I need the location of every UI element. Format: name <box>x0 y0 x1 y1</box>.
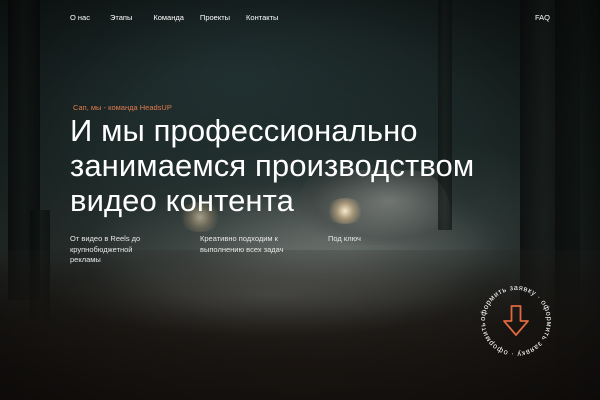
hero-headline: И мы профессионально занимаемся производ… <box>70 113 540 218</box>
order-request-button[interactable]: оформить заявку · оформить заявку · офор… <box>476 281 556 361</box>
feature-turnkey: Под ключ <box>328 234 361 243</box>
hero-eyebrow: Сап, мы - команда HeadsUP <box>73 103 172 112</box>
nav-link-about[interactable]: О нас <box>70 13 90 22</box>
nav-link-projects[interactable]: Проекты <box>200 13 230 22</box>
nav-link-stages[interactable]: Этапы <box>110 13 132 22</box>
feature-creative: Креативно подходим к выполнению всех зад… <box>200 234 284 254</box>
headline-line: И мы профессионально <box>70 113 418 148</box>
main-nav: О нас Этапы Команда Проекты Контакты <box>70 13 278 22</box>
order-request-badge: оформить заявку · оформить заявку · офор… <box>476 281 554 359</box>
badge-circle-text: оформить заявку · оформить заявку · офор… <box>476 281 554 359</box>
nav-link-team[interactable]: Команда <box>153 13 184 22</box>
nav-link-faq[interactable]: FAQ <box>535 13 550 22</box>
feature-reels-to-ads: От видео в Reels до крупнобюджетной рекл… <box>70 234 141 264</box>
arrow-down-icon <box>503 305 529 336</box>
nav-link-contacts[interactable]: Контакты <box>246 13 278 22</box>
headline-line: занимаемся производством <box>70 148 475 183</box>
headline-line: видео контента <box>70 183 294 218</box>
